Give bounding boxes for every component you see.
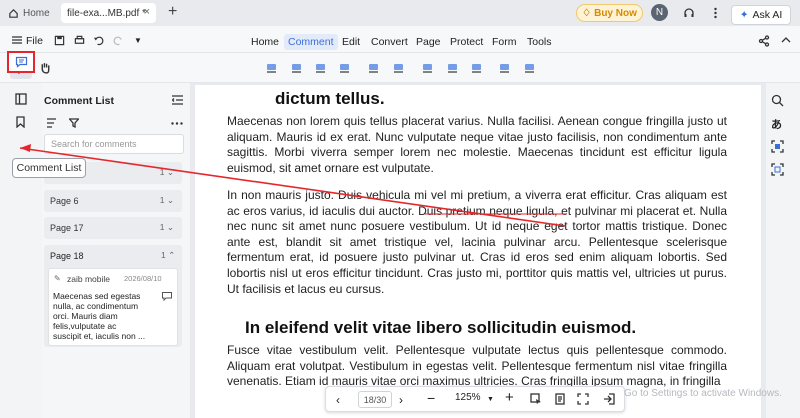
comment-list-tooltip: Comment List bbox=[12, 158, 86, 178]
comment-arrow bbox=[19, 144, 566, 227]
